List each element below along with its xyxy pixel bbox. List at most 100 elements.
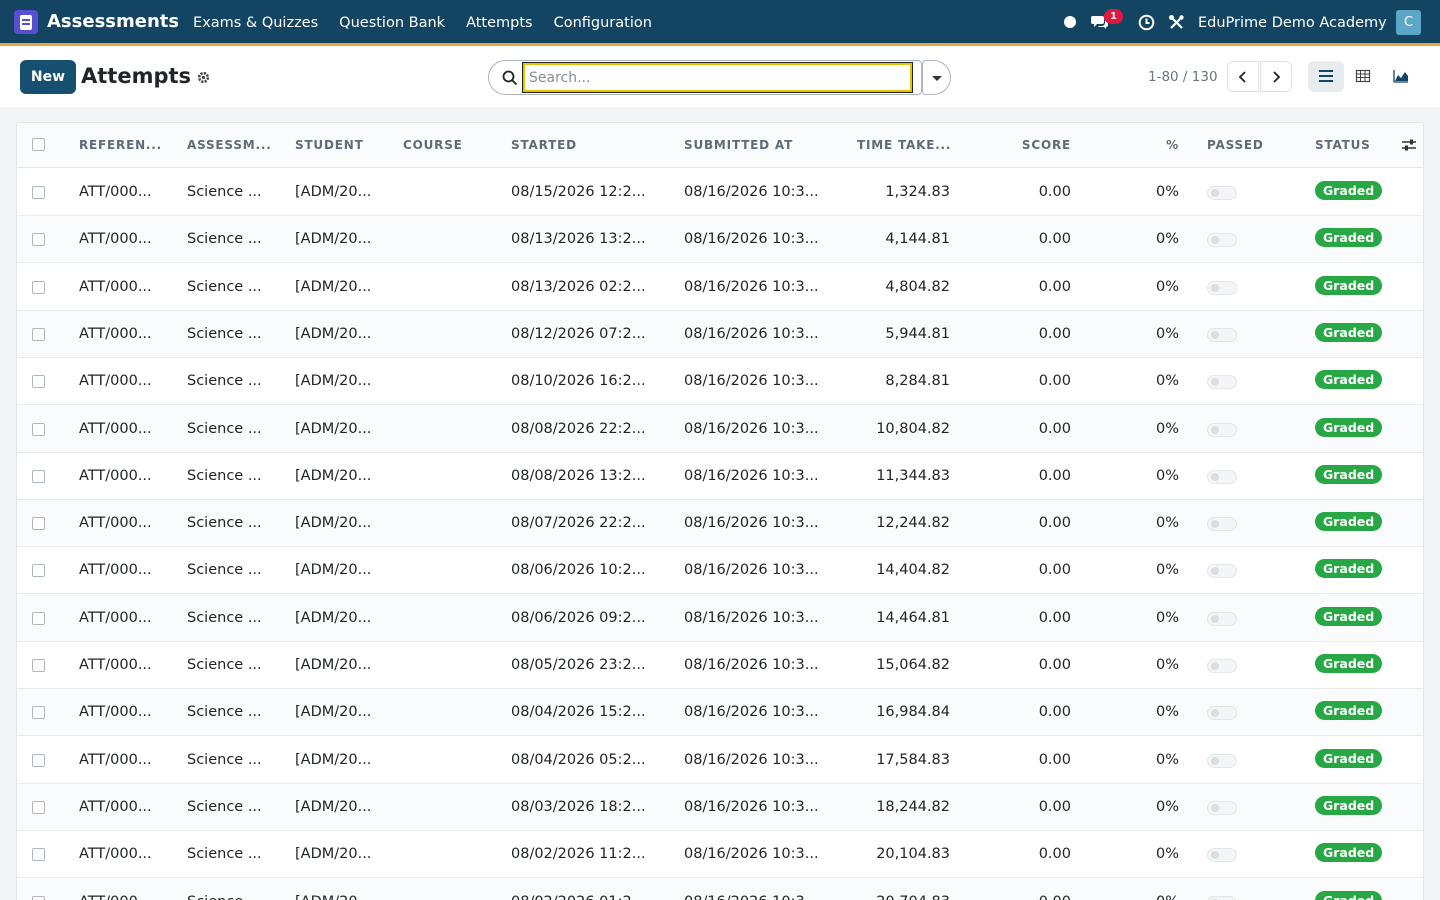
column-time-taken[interactable]: TIME TAKE...	[857, 123, 957, 168]
cell-assessment: Science ...	[187, 751, 262, 768]
sliders-icon[interactable]	[1401, 138, 1417, 152]
graph-view-button[interactable]	[1383, 61, 1419, 92]
menu-exams-quizzes[interactable]: Exams & Quizzes	[193, 13, 318, 33]
row-checkbox[interactable]	[32, 469, 45, 483]
menu-question-bank[interactable]: Question Bank	[339, 13, 445, 33]
pivot-view-button[interactable]	[1345, 61, 1381, 92]
row-checkbox[interactable]	[32, 422, 45, 436]
passed-toggle[interactable]	[1207, 564, 1237, 579]
column-submitted-at[interactable]: SUBMITTED AT	[684, 123, 834, 168]
row-checkbox[interactable]	[32, 186, 45, 199]
pager-previous-button[interactable]	[1227, 61, 1259, 92]
row-checkbox[interactable]	[32, 564, 45, 578]
column-reference[interactable]: REFEREN...	[79, 123, 169, 168]
search-icon[interactable]	[502, 70, 518, 86]
user-avatar[interactable]: C	[1396, 10, 1421, 35]
attempts-list: REFEREN... ASSESSM... STUDENT COURSE STA…	[16, 122, 1424, 900]
cell-student: [ADM/20...	[295, 846, 372, 863]
table-row[interactable]: ATT/000... Science ... [ADM/20... 08/15/202…	[17, 169, 1423, 216]
passed-toggle[interactable]	[1207, 517, 1237, 532]
cell-assessment: Science ...	[187, 704, 262, 721]
passed-toggle[interactable]	[1207, 375, 1237, 390]
column-percent[interactable]: %	[1087, 123, 1179, 168]
menu-configuration[interactable]: Configuration	[554, 13, 652, 33]
row-checkbox[interactable]	[32, 659, 45, 672]
row-checkbox[interactable]	[32, 280, 45, 294]
app-title[interactable]: Assessments	[47, 11, 179, 33]
cell-time-taken: 12,244.82	[876, 515, 950, 532]
row-checkbox[interactable]	[32, 706, 45, 720]
row-checkbox[interactable]	[32, 753, 45, 767]
clipboard-icon[interactable]	[14, 10, 38, 34]
status-badge: Graded	[1315, 464, 1383, 484]
passed-toggle[interactable]	[1207, 706, 1237, 721]
cell-score: 0.00	[1038, 515, 1071, 532]
pager-value[interactable]: 1-80 / 130	[1148, 68, 1218, 86]
table-row[interactable]: ATT/000... Science ... [ADM/20... 08/12/202…	[17, 310, 1423, 358]
column-status[interactable]: STATUS	[1315, 123, 1385, 168]
column-assessment[interactable]: ASSESSM...	[187, 123, 277, 168]
cell-assessment: Science ...	[187, 231, 262, 248]
row-checkbox[interactable]	[32, 375, 45, 389]
table-row[interactable]: ATT/000... Science ... [ADM/20... 08/08/202…	[17, 405, 1423, 453]
cell-score: 0.00	[1038, 846, 1071, 863]
column-score[interactable]: SCORE	[977, 123, 1071, 168]
row-checkbox[interactable]	[32, 517, 45, 531]
column-passed[interactable]: PASSED	[1207, 123, 1297, 168]
table-row[interactable]: ATT/000... Science ... [ADM/20... 08/04/202…	[17, 737, 1423, 784]
table-row[interactable]: ATT/000... Science ... [ADM/20... 08/08/202…	[17, 453, 1423, 500]
select-all-checkbox[interactable]	[32, 138, 45, 151]
cell-time-taken: 11,344.83	[876, 467, 950, 484]
passed-toggle[interactable]	[1207, 469, 1237, 484]
row-checkbox[interactable]	[32, 848, 45, 862]
column-student[interactable]: STUDENT	[295, 123, 385, 168]
row-checkbox[interactable]	[32, 233, 45, 247]
table-row[interactable]: ATT/000... Science ... [ADM/20... 08/06/202…	[17, 547, 1423, 595]
cell-score: 0.00	[1038, 231, 1071, 248]
cell-assessment: Science ...	[187, 467, 262, 484]
row-checkbox[interactable]	[32, 611, 45, 625]
cell-reference: ATT/000...	[79, 515, 152, 532]
passed-toggle[interactable]	[1207, 422, 1237, 437]
table-row[interactable]: ATT/000... Science ... [ADM/20... 08/07/202…	[17, 500, 1423, 548]
passed-toggle[interactable]	[1207, 327, 1237, 342]
status-dot-icon[interactable]	[1064, 16, 1076, 28]
tools-icon[interactable]	[1168, 14, 1185, 31]
passed-toggle[interactable]	[1207, 280, 1237, 295]
table-row[interactable]: ATT/000... Science ... [ADM/20... 08/06/202…	[17, 594, 1423, 642]
passed-toggle[interactable]	[1207, 611, 1237, 626]
new-button[interactable]: New	[20, 60, 76, 94]
row-checkbox[interactable]	[32, 800, 45, 814]
search-input[interactable]	[522, 62, 913, 93]
row-checkbox[interactable]	[32, 327, 45, 341]
passed-toggle[interactable]	[1207, 186, 1237, 200]
list-view-button[interactable]	[1308, 61, 1344, 92]
status-badge: Graded	[1315, 701, 1383, 721]
row-checkbox[interactable]	[32, 895, 45, 900]
menu-attempts[interactable]: Attempts	[466, 13, 533, 33]
table-row[interactable]: ATT/000... Science ... [ADM/20... 08/10/202…	[17, 358, 1423, 406]
search-options-toggle[interactable]	[922, 60, 951, 95]
table-row[interactable]: ATT/000... Science ... [ADM/20... 08/03/202…	[17, 783, 1423, 831]
passed-toggle[interactable]	[1207, 753, 1237, 768]
gear-icon[interactable]	[197, 71, 210, 84]
passed-toggle[interactable]	[1207, 659, 1237, 673]
table-row[interactable]: ATT/000... Science ... [ADM/20... 08/05/202…	[17, 642, 1423, 689]
passed-toggle[interactable]	[1207, 848, 1237, 863]
cell-percent: 0%	[1155, 609, 1179, 626]
table-row[interactable]: ATT/000... Science ... [ADM/20... 08/13/202…	[17, 216, 1423, 264]
column-course[interactable]: COURSE	[403, 123, 493, 168]
passed-toggle[interactable]	[1207, 233, 1237, 248]
cell-started: 08/05/2026 23:2...	[511, 657, 646, 673]
pager-next-button[interactable]	[1260, 61, 1292, 92]
passed-toggle[interactable]	[1207, 895, 1237, 900]
table-row[interactable]: ATT/000... Science ... [ADM/20... 08/02/202…	[17, 831, 1423, 879]
company-name[interactable]: EduPrime Demo Academy	[1198, 13, 1387, 33]
column-started[interactable]: STARTED	[511, 123, 661, 168]
table-row[interactable]: ATT/000... Science ... [ADM/20... 08/13/202…	[17, 264, 1423, 311]
table-row[interactable]: ATT/000... Science ... [ADM/20... 08/02/202…	[17, 878, 1423, 900]
cell-assessment: Science ...	[187, 420, 262, 437]
table-row[interactable]: ATT/000... Science ... [ADM/20... 08/04/202…	[17, 689, 1423, 737]
passed-toggle[interactable]	[1207, 800, 1237, 815]
clock-icon[interactable]	[1138, 14, 1155, 31]
